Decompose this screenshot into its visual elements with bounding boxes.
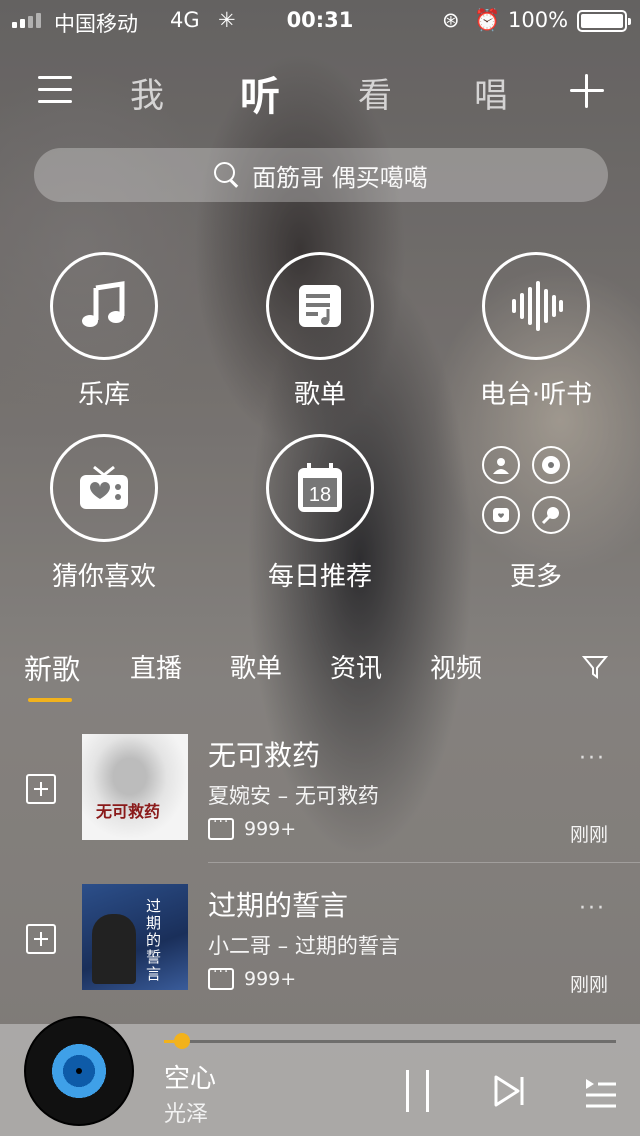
heart-radio-icon bbox=[50, 434, 158, 542]
comment-count[interactable]: 999+ bbox=[208, 964, 297, 990]
add-button[interactable] bbox=[570, 74, 604, 108]
alarm-icon: ⏰ bbox=[474, 8, 501, 32]
playlist-icon bbox=[266, 252, 374, 360]
song-title: 过期的誓言 bbox=[208, 889, 349, 922]
comment-icon bbox=[208, 964, 234, 990]
grid-label: 乐库 bbox=[77, 380, 130, 410]
song-row[interactable]: 过期的誓言 过期的誓言 小二哥 – 过期的誓言 999+ ··· 刚刚 bbox=[0, 874, 640, 1024]
tab-live[interactable]: 直播 bbox=[130, 648, 182, 685]
active-tab-indicator bbox=[28, 698, 72, 702]
status-bar: 中国移动 4G ✳ 00:31 ⊛ ⏰ 100% bbox=[0, 0, 640, 40]
grid-item-library[interactable]: 乐库 bbox=[14, 252, 194, 411]
calendar-day: 18 bbox=[309, 484, 331, 506]
mini-player[interactable]: 空心 光泽 bbox=[0, 1016, 640, 1136]
progress-bar[interactable] bbox=[164, 1033, 616, 1049]
search-placeholder: 面筋哥 偶买噶噶 bbox=[252, 163, 428, 192]
time-label: 刚刚 bbox=[569, 824, 608, 846]
filter-icon[interactable] bbox=[581, 654, 609, 680]
grid-label: 更多 bbox=[509, 562, 562, 592]
grid-item-playlists[interactable]: 歌单 bbox=[230, 252, 410, 411]
tab-listen[interactable]: 听 bbox=[240, 64, 280, 122]
time-label: 刚刚 bbox=[569, 974, 608, 996]
battery-percent: 100% bbox=[508, 8, 569, 32]
grid-item-radio[interactable]: 电台·听书 bbox=[446, 252, 626, 411]
row-divider bbox=[208, 862, 640, 863]
album-cover[interactable]: 过期的誓言 bbox=[82, 884, 188, 990]
comment-count[interactable]: 999+ bbox=[208, 814, 297, 840]
grid-label: 电台·听书 bbox=[479, 380, 593, 410]
add-to-list-button[interactable] bbox=[26, 774, 56, 804]
rotation-lock-icon: ⊛ bbox=[442, 8, 460, 32]
song-subtitle: 夏婉安 – 无可救药 bbox=[208, 784, 379, 808]
song-subtitle: 小二哥 – 过期的誓言 bbox=[208, 934, 400, 958]
grid-item-more[interactable]: 更多 bbox=[446, 434, 626, 593]
grid-item-daily[interactable]: 18 每日推荐 bbox=[230, 434, 410, 593]
battery-icon bbox=[577, 10, 631, 32]
player-artist: 光泽 bbox=[164, 1102, 209, 1127]
tab-sing[interactable]: 唱 bbox=[474, 68, 508, 117]
grid-item-guess[interactable]: 猜你喜欢 bbox=[14, 434, 194, 593]
add-to-list-button[interactable] bbox=[26, 924, 56, 954]
tab-playlists[interactable]: 歌单 bbox=[230, 648, 282, 685]
menu-button[interactable] bbox=[38, 76, 72, 104]
tab-watch[interactable]: 看 bbox=[358, 68, 392, 117]
progress-knob[interactable] bbox=[174, 1033, 191, 1049]
grid-label: 每日推荐 bbox=[267, 562, 372, 592]
pause-button[interactable] bbox=[402, 1070, 434, 1114]
disc-icon[interactable] bbox=[24, 1016, 134, 1126]
grid-label: 歌单 bbox=[293, 380, 346, 410]
tab-news[interactable]: 资讯 bbox=[330, 648, 382, 685]
album-icon bbox=[532, 446, 570, 484]
cover-figure bbox=[92, 914, 136, 984]
song-row[interactable]: 无可救药 无可救药 夏婉安 – 无可救药 999+ ··· 刚刚 bbox=[0, 724, 640, 874]
tab-videos[interactable]: 视频 bbox=[430, 648, 482, 685]
karaoke-icon bbox=[532, 496, 570, 534]
music-note-icon bbox=[50, 252, 158, 360]
calendar-icon: 18 bbox=[266, 434, 374, 542]
content-tabs: 新歌 直播 歌单 资讯 视频 bbox=[0, 640, 640, 710]
cover-title: 无可救药 bbox=[96, 802, 161, 821]
more-grid-icon bbox=[482, 434, 590, 542]
more-options-icon[interactable]: ··· bbox=[579, 896, 606, 921]
top-nav: 我 听 看 唱 bbox=[0, 62, 640, 122]
comment-icon bbox=[208, 814, 234, 840]
favorite-icon bbox=[482, 496, 520, 534]
playlist-queue-button[interactable] bbox=[584, 1076, 618, 1110]
album-cover[interactable]: 无可救药 bbox=[82, 734, 188, 840]
more-options-icon[interactable]: ··· bbox=[579, 746, 606, 771]
player-title: 空心 bbox=[164, 1064, 217, 1094]
cover-title: 过期的誓言 bbox=[146, 897, 162, 983]
next-button[interactable] bbox=[492, 1074, 526, 1108]
tab-new-songs[interactable]: 新歌 bbox=[24, 648, 80, 688]
song-title: 无可救药 bbox=[208, 739, 321, 772]
comment-value: 999+ bbox=[244, 968, 297, 990]
grid-label: 猜你喜欢 bbox=[51, 562, 156, 592]
search-icon bbox=[214, 162, 240, 188]
search-bar[interactable]: 面筋哥 偶买噶噶 bbox=[34, 148, 608, 202]
comment-value: 999+ bbox=[244, 818, 297, 840]
singer-icon bbox=[482, 446, 520, 484]
radio-wave-icon bbox=[482, 252, 590, 360]
tab-me[interactable]: 我 bbox=[130, 68, 164, 117]
